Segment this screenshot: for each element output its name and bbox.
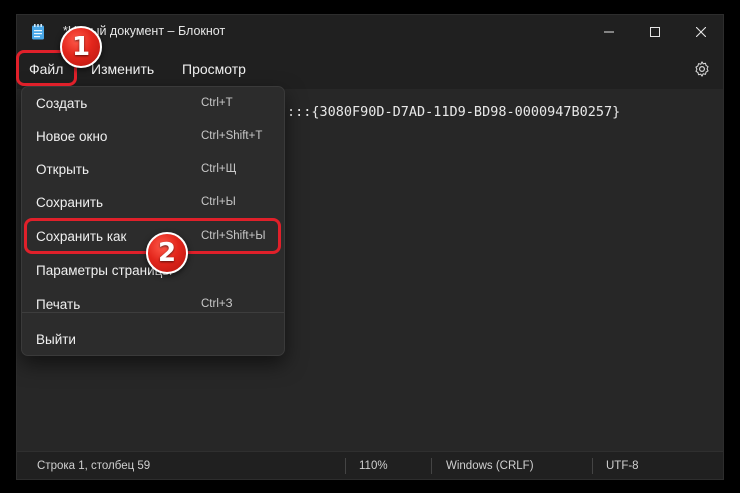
step-1-badge: 1 bbox=[60, 26, 102, 68]
status-bar: Строка 1, столбец 59 110% Windows (CRLF)… bbox=[17, 451, 723, 479]
step-2-badge: 2 bbox=[146, 232, 188, 274]
menu-bar: Файл Изменить Просмотр bbox=[17, 49, 723, 89]
maximize-button[interactable] bbox=[632, 15, 678, 49]
close-button[interactable] bbox=[678, 15, 723, 49]
menu-item-label: Печать bbox=[36, 297, 81, 312]
settings-gear-icon[interactable] bbox=[693, 60, 711, 78]
menu-item-shortcut: Ctrl+T bbox=[201, 97, 233, 109]
line-endings: Windows (CRLF) bbox=[446, 460, 534, 472]
status-divider bbox=[345, 458, 346, 474]
step-2-number: 2 bbox=[157, 238, 177, 268]
menu-item-label: Сохранить bbox=[36, 195, 104, 210]
menu-item-shortcut: Ctrl+Щ bbox=[201, 163, 237, 175]
menu-item-print[interactable]: Печать Ctrl+З bbox=[26, 290, 280, 320]
menu-item-label: Открыть bbox=[36, 162, 90, 177]
menu-view[interactable]: Просмотр bbox=[182, 61, 246, 77]
minimize-icon bbox=[604, 31, 614, 33]
status-divider bbox=[431, 458, 432, 474]
menu-item-shortcut: Ctrl+Ы bbox=[201, 196, 236, 208]
menu-divider bbox=[22, 312, 284, 313]
menu-item-exit[interactable]: Выйти bbox=[26, 325, 280, 355]
menu-item-new-window[interactable]: Новое окно Ctrl+Shift+T bbox=[26, 122, 280, 152]
minimize-button[interactable] bbox=[586, 15, 632, 49]
encoding: UTF-8 bbox=[606, 460, 639, 472]
step-1-number: 1 bbox=[71, 32, 91, 62]
menu-item-label: Создать bbox=[36, 96, 88, 111]
notepad-app-icon bbox=[32, 24, 44, 40]
editor-content: :::{3080F90D-D7AD-11D9-BD98-0000947B0257… bbox=[287, 104, 621, 120]
status-divider bbox=[592, 458, 593, 474]
menu-item-shortcut: Ctrl+З bbox=[201, 298, 233, 310]
menu-edit[interactable]: Изменить bbox=[91, 61, 154, 77]
menu-item-open[interactable]: Открыть Ctrl+Щ bbox=[26, 155, 280, 185]
close-icon bbox=[696, 27, 706, 37]
cursor-position: Строка 1, столбец 59 bbox=[37, 460, 151, 472]
menu-item-save[interactable]: Сохранить Ctrl+Ы bbox=[26, 188, 280, 218]
title-bar: *Новый документ – Блокнот bbox=[17, 15, 723, 49]
maximize-icon bbox=[650, 27, 660, 37]
menu-item-new[interactable]: Создать Ctrl+T bbox=[26, 89, 280, 119]
menu-item-label: Новое окно bbox=[36, 129, 108, 144]
zoom-level: 110% bbox=[359, 460, 388, 472]
menu-item-label: Выйти bbox=[36, 332, 76, 347]
menu-item-shortcut: Ctrl+Shift+T bbox=[201, 130, 263, 142]
